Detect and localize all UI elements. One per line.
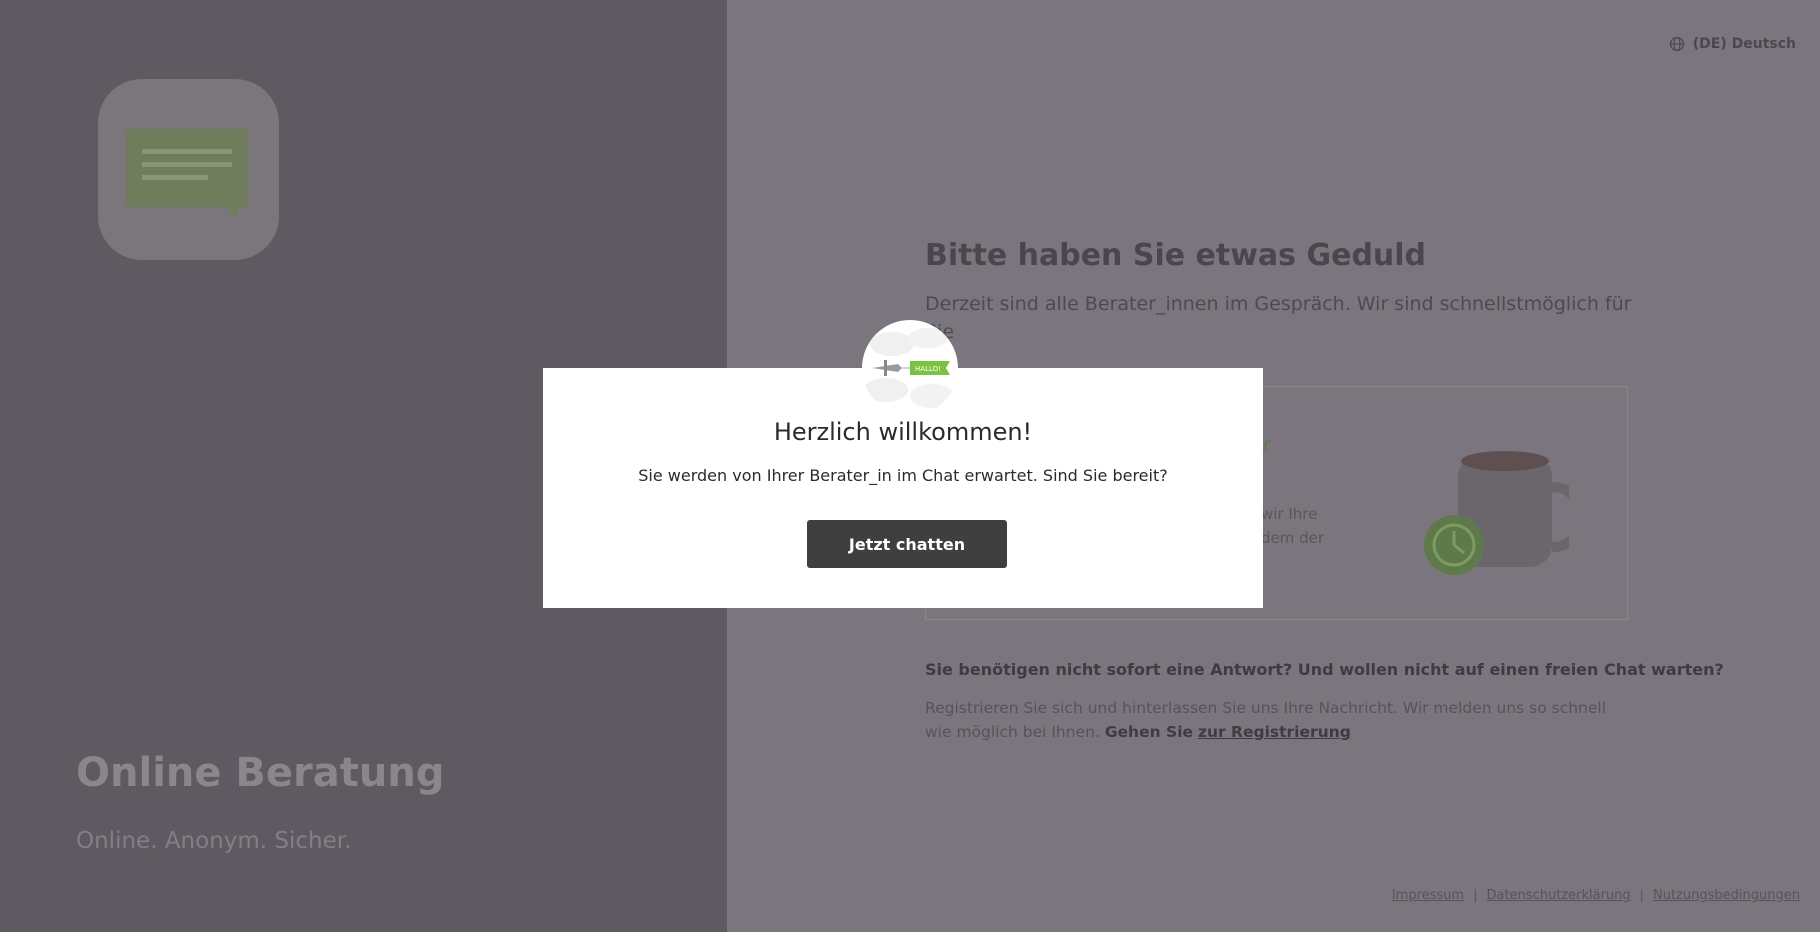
language-switch[interactable]: (DE) Deutsch <box>1669 36 1796 52</box>
modal-text: Sie werden von Ihrer Berater_in im Chat … <box>638 466 1168 485</box>
brand-title: Online Beratung <box>76 750 445 796</box>
footer-links: Impressum | Datenschutzerklärung | Nutzu… <box>1392 888 1800 903</box>
card-text: wir Ihre dem der <box>1261 502 1324 550</box>
language-label: (DE) Deutsch <box>1692 36 1796 52</box>
footer-separator: | <box>1473 888 1478 903</box>
app-logo <box>98 79 279 260</box>
coffee-mug-icon <box>1424 451 1569 575</box>
footer-separator: | <box>1639 888 1645 903</box>
waiting-title: Bitte haben Sie etwas Geduld <box>925 238 1427 273</box>
terms-link[interactable]: Nutzungsbedingungen <box>1653 888 1800 903</box>
waiting-subtitle: Derzeit sind alle Berater_innen im Gespr… <box>925 293 1632 343</box>
card-text-line: wir Ihre <box>1261 505 1318 523</box>
welcome-illustration: HALLO! <box>862 320 958 416</box>
modal-title: Herzlich willkommen! <box>773 418 1033 446</box>
imprint-link[interactable]: Impressum <box>1392 888 1464 903</box>
brand-tagline: Online. Anonym. Sicher. <box>76 828 352 854</box>
register-go-label: Gehen Sie <box>1104 723 1194 741</box>
card-text-line: dem der <box>1261 529 1325 547</box>
start-chat-button[interactable]: Jetzt chatten <box>807 520 1007 568</box>
privacy-link[interactable]: Datenschutzerklärung <box>1486 888 1630 903</box>
registration-link[interactable]: zur Registrierung <box>1198 723 1351 741</box>
banner-text: HALLO! <box>915 365 941 373</box>
register-question: Sie benötigen nicht sofort eine Antwort?… <box>925 660 1724 679</box>
globe-icon <box>1669 36 1684 52</box>
register-text: Registrieren Sie sich und hinterlassen S… <box>925 696 1625 744</box>
chat-bubble-icon <box>126 129 248 219</box>
airplane-banner-icon: HALLO! <box>864 328 954 408</box>
